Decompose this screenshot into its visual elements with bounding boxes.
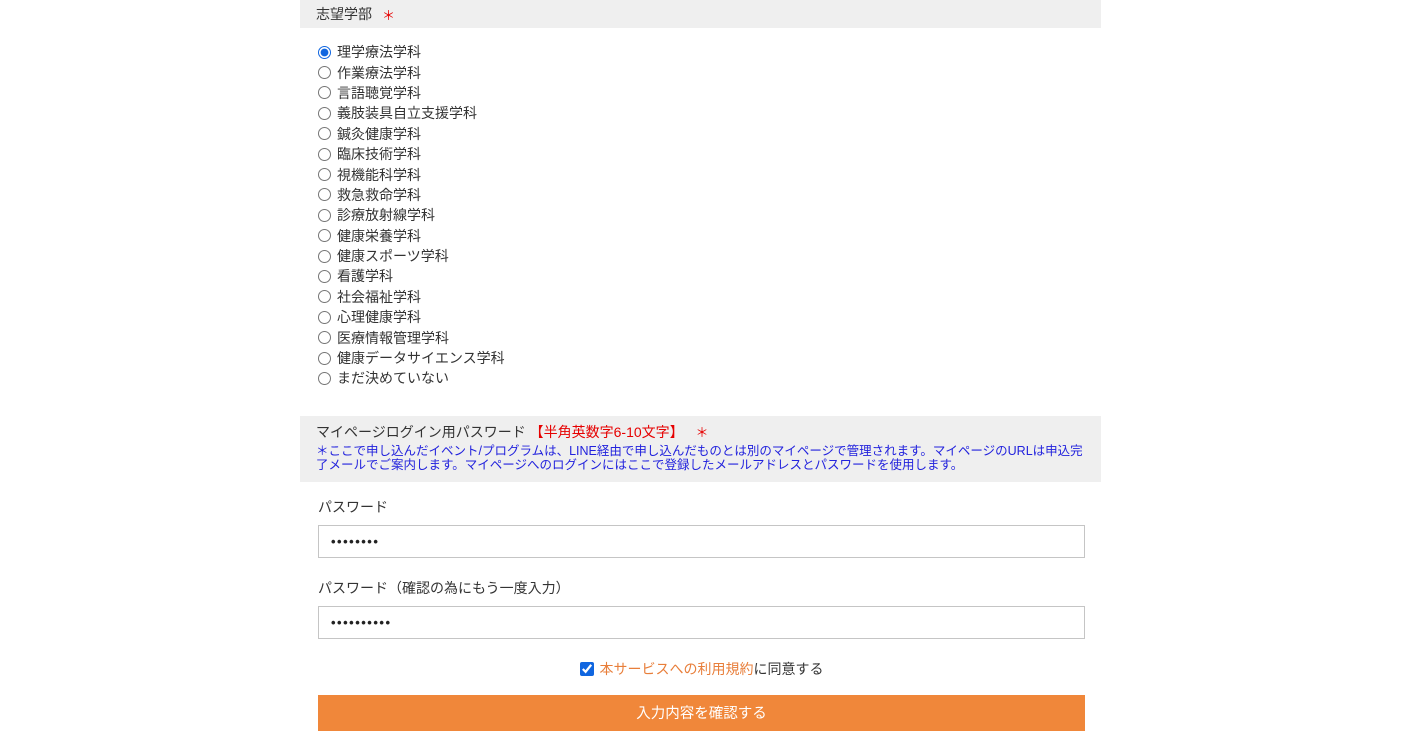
faculty-option-row[interactable]: 作業療法学科 <box>318 62 1101 82</box>
faculty-option-label: 心理健康学科 <box>337 307 421 327</box>
faculty-radio[interactable] <box>318 229 331 242</box>
password-label: パスワード <box>318 497 1101 517</box>
faculty-option-row[interactable]: 診療放射線学科 <box>318 205 1101 225</box>
faculty-option-label: 看護学科 <box>337 266 393 286</box>
faculty-radio[interactable] <box>318 270 331 283</box>
terms-link[interactable]: 本サービスへの利用規約 <box>600 659 754 679</box>
password-input[interactable] <box>318 525 1085 558</box>
faculty-option-row[interactable]: 義肢装具自立支援学科 <box>318 103 1101 123</box>
password-required-mark: ＊ <box>696 425 709 440</box>
faculty-radio[interactable] <box>318 372 331 385</box>
faculty-option-label: 理学療法学科 <box>337 42 421 62</box>
password-confirm-input[interactable] <box>318 606 1085 639</box>
faculty-radio[interactable] <box>318 148 331 161</box>
faculty-option-row[interactable]: 鍼灸健康学科 <box>318 124 1101 144</box>
faculty-option-label: 義肢装具自立支援学科 <box>337 103 477 123</box>
faculty-option-label: 臨床技術学科 <box>337 144 421 164</box>
confirm-submit-button[interactable]: 入力内容を確認する <box>318 695 1085 731</box>
faculty-option-label: 救急救命学科 <box>337 185 421 205</box>
faculty-option-row[interactable]: 医療情報管理学科 <box>318 327 1101 347</box>
faculty-option-row[interactable]: 心理健康学科 <box>318 307 1101 327</box>
faculty-option-label: まだ決めていない <box>337 368 449 388</box>
faculty-option-row[interactable]: 健康スポーツ学科 <box>318 246 1101 266</box>
faculty-option-row[interactable]: 健康データサイエンス学科 <box>318 348 1101 368</box>
faculty-radio[interactable] <box>318 86 331 99</box>
faculty-option-label: 健康データサイエンス学科 <box>337 348 505 368</box>
faculty-option-row[interactable]: 健康栄養学科 <box>318 226 1101 246</box>
faculty-option-row[interactable]: 視機能科学科 <box>318 164 1101 184</box>
faculty-section-title: 志望学部 <box>316 4 372 24</box>
faculty-options: 理学療法学科 作業療法学科 言語聴覚学科 義肢装具自立支援学科 鍼灸健康学科 臨… <box>318 42 1101 389</box>
faculty-radio[interactable] <box>318 250 331 263</box>
faculty-option-row[interactable]: 臨床技術学科 <box>318 144 1101 164</box>
faculty-option-label: 視機能科学科 <box>337 165 421 185</box>
faculty-radio[interactable] <box>318 290 331 303</box>
faculty-radio[interactable] <box>318 127 331 140</box>
faculty-option-label: 鍼灸健康学科 <box>337 124 421 144</box>
password-section-description: ＊ここで申し込んだイベント/プログラムは、LINE経由で申し込んだものとは別のマ… <box>316 444 1085 473</box>
faculty-option-label: 社会福祉学科 <box>337 287 421 307</box>
password-confirm-label: パスワード（確認の為にもう一度入力） <box>318 578 1101 598</box>
faculty-radio[interactable] <box>318 331 331 344</box>
faculty-option-label: 作業療法学科 <box>337 63 421 83</box>
faculty-radio[interactable] <box>318 188 331 201</box>
faculty-option-row[interactable]: 理学療法学科 <box>318 42 1101 62</box>
form-content: 志望学部 ＊ 理学療法学科 作業療法学科 言語聴覚学科 義肢装具自立支援学科 鍼… <box>300 0 1101 731</box>
faculty-option-row[interactable]: まだ決めていない <box>318 368 1101 388</box>
faculty-option-label: 健康栄養学科 <box>337 226 421 246</box>
faculty-radio[interactable] <box>318 209 331 222</box>
password-constraint-note: 【半角英数字6-10文字】 <box>530 424 684 440</box>
password-section-title: マイページログイン用パスワード <box>316 424 526 440</box>
faculty-option-label: 医療情報管理学科 <box>337 328 449 348</box>
faculty-radio[interactable] <box>318 311 331 324</box>
faculty-option-row[interactable]: 救急救命学科 <box>318 185 1101 205</box>
faculty-option-row[interactable]: 言語聴覚学科 <box>318 83 1101 103</box>
faculty-section-header: 志望学部 ＊ <box>300 0 1101 28</box>
password-section-header: マイページログイン用パスワード 【半角英数字6-10文字】 ＊ ＊ここで申し込ん… <box>300 416 1101 482</box>
faculty-required-mark: ＊ <box>382 5 395 24</box>
faculty-radio[interactable] <box>318 168 331 181</box>
terms-agreement-row: 本サービスへの利用規約 に同意する <box>318 659 1085 679</box>
faculty-option-label: 言語聴覚学科 <box>337 83 421 103</box>
faculty-option-label: 診療放射線学科 <box>337 205 435 225</box>
password-section-title-line: マイページログイン用パスワード 【半角英数字6-10文字】 ＊ <box>316 423 1085 442</box>
faculty-radio[interactable] <box>318 66 331 79</box>
faculty-option-row[interactable]: 社会福祉学科 <box>318 287 1101 307</box>
faculty-radio[interactable] <box>318 352 331 365</box>
faculty-radio[interactable] <box>318 46 331 59</box>
faculty-option-row[interactable]: 看護学科 <box>318 266 1101 286</box>
terms-checkbox[interactable] <box>580 662 594 676</box>
terms-agreement-text: に同意する <box>754 659 824 679</box>
faculty-radio[interactable] <box>318 107 331 120</box>
faculty-option-label: 健康スポーツ学科 <box>337 246 449 266</box>
